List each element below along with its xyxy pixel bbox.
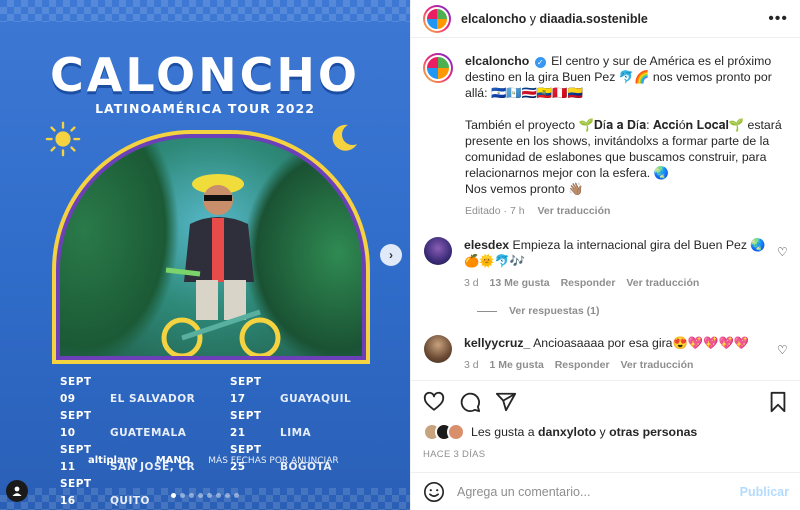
heart-icon[interactable] [423, 391, 445, 413]
emoji-icon[interactable] [423, 481, 445, 503]
poster-sponsors: altiplano MANO MÁS FECHAS POR ANUNCIAR [88, 455, 339, 466]
tour-date-row: SEPT 10 GUATEMALA [60, 410, 187, 439]
carousel-dot [180, 493, 185, 498]
comment-age: 3 d [464, 359, 479, 371]
likes-summary: Les gusta a danxyloto y otras personas [423, 423, 789, 441]
tour-date-row: SEPT 21 LIMA [230, 410, 312, 439]
carousel-next-button[interactable]: › [380, 244, 402, 266]
caption-edited-time: Editado · 7 h [465, 205, 525, 217]
comment-text: Empieza la internacional gira del Buen P… [464, 238, 766, 268]
liker-username[interactable]: danxyloto [538, 425, 596, 439]
post-authors: elcaloncho y diaadia.sostenible [461, 11, 648, 26]
comment: elesdex Empieza la internacional gira de… [423, 237, 789, 291]
other-likers-link[interactable]: otras personas [609, 425, 697, 439]
post-header: elcaloncho y diaadia.sostenible ••• [411, 0, 800, 38]
carousel-dot [171, 493, 176, 498]
chevron-right-icon: › [389, 248, 393, 262]
caption-avatar[interactable] [423, 53, 453, 83]
author-avatar[interactable] [423, 4, 451, 33]
post-comment-button[interactable]: Publicar [740, 485, 789, 499]
comment-input[interactable] [457, 484, 740, 499]
artist-photo [60, 138, 362, 356]
user-icon [12, 486, 22, 496]
comment-username[interactable]: elesdex [464, 238, 509, 252]
comment-likes-link[interactable]: 13 Me gusta [490, 277, 550, 289]
verified-badge-icon: ✓ [534, 57, 546, 68]
caption-text-2: También el proyecto 🌱𝐃í𝐚 𝐚 𝐃í𝐚: 𝐀𝐜𝐜𝐢ó𝐧 𝐋… [465, 118, 782, 180]
poster-subtitle: LATINOAMÉRICA TOUR 2022 [95, 101, 315, 116]
share-icon[interactable] [495, 391, 517, 413]
comment-reply-button[interactable]: Responder [561, 277, 616, 289]
comment-icon[interactable] [459, 391, 481, 413]
carousel-dot [189, 493, 194, 498]
comment-reply-button[interactable]: Responder [555, 359, 610, 371]
author-username[interactable]: elcaloncho [461, 12, 526, 26]
poster-title: CALONCHO [50, 48, 360, 102]
poster-photo-frame [52, 130, 370, 364]
instagram-post-view: CALONCHO LATINOAMÉRICA TOUR 2022 SEPT 09… [0, 0, 800, 510]
comment-age: 3 d [464, 277, 479, 289]
commenter-avatar[interactable] [424, 335, 452, 363]
post-sidebar: elcaloncho y diaadia.sostenible ••• elca… [410, 0, 800, 510]
comment-composer: Publicar [411, 472, 800, 510]
comment-text: Ancioasaaaa por esa gira😍💖💖💖💖 [533, 336, 750, 350]
bookmark-icon[interactable] [767, 391, 789, 413]
comment-translate-link[interactable]: Ver traducción [620, 359, 693, 371]
comment: kellyycruz_ Ancioasaaaa por esa gira😍💖💖💖… [423, 335, 789, 373]
tour-dates-left: SEPT 09 EL SALVADOR SEPT 10 GUATEMALA SEPT… [60, 374, 195, 510]
carousel-dot [216, 493, 221, 498]
artist-on-bike-illustration [161, 174, 281, 356]
view-replies-button[interactable]: Ver respuestas (1) [477, 305, 789, 317]
comment-username[interactable]: kellyycruz_ [464, 336, 530, 350]
like-comment-heart-icon[interactable]: ♡ [777, 245, 789, 259]
sponsor-altiplano: altiplano [88, 455, 138, 466]
comment-likes-link[interactable]: 1 Me gusta [490, 359, 544, 371]
tour-date-row: SEPT 17 GUAYAQUIL [230, 376, 352, 405]
tagged-users-button[interactable] [6, 480, 28, 502]
carousel-dots [0, 493, 410, 498]
caption-text-3: Nos vemos pronto 👋🏽 [465, 182, 584, 196]
carousel-dot [225, 493, 230, 498]
commenter-avatar[interactable] [424, 237, 452, 265]
more-horizontal-icon[interactable]: ••• [768, 10, 788, 28]
carousel-dot [198, 493, 203, 498]
tour-date-row: SEPT 09 EL SALVADOR [60, 376, 196, 405]
comments-section: elcaloncho ✓ El centro y sur de América … [411, 39, 800, 379]
caption-username[interactable]: elcaloncho [465, 54, 529, 68]
liker-avatar [447, 423, 465, 441]
post-timestamp: HACE 3 DÍAS [423, 449, 486, 460]
checker-pattern-top [0, 0, 410, 22]
like-comment-heart-icon[interactable]: ♡ [777, 343, 789, 357]
carousel-dot [207, 493, 212, 498]
post-media[interactable]: CALONCHO LATINOAMÉRICA TOUR 2022 SEPT 09… [0, 0, 410, 510]
carousel-dot [234, 493, 239, 498]
post-actions: Les gusta a danxyloto y otras personas H… [411, 380, 800, 460]
comment-translate-link[interactable]: Ver traducción [626, 277, 699, 289]
collab-username[interactable]: diaadia.sostenible [540, 12, 648, 26]
caption-translate-link[interactable]: Ver traducción [537, 205, 610, 217]
post-caption: elcaloncho ✓ El centro y sur de América … [423, 53, 789, 219]
sponsor-mano: MANO [155, 455, 191, 466]
more-dates-note: MÁS FECHAS POR ANUNCIAR [208, 455, 339, 466]
